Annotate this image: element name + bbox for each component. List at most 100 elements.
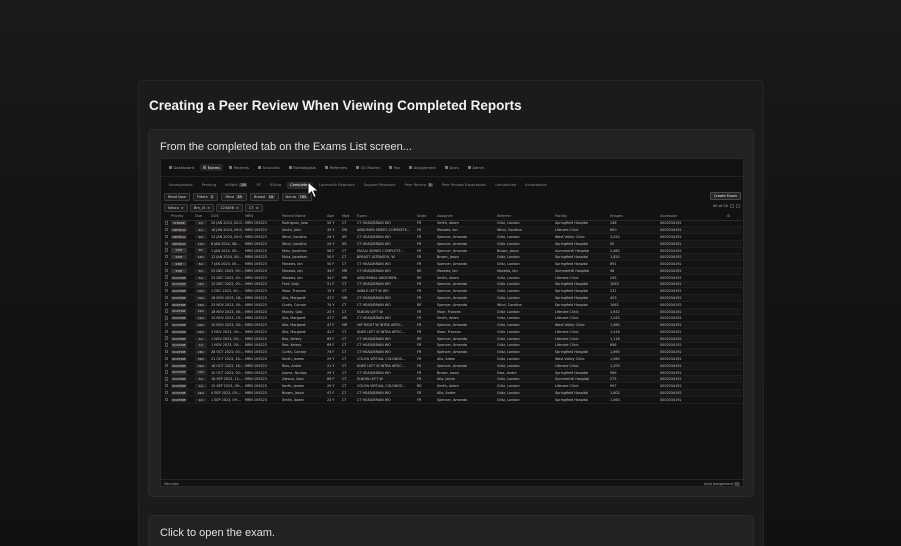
tab-annotations[interactable]: Annotations	[522, 182, 551, 189]
tab-unmatched[interactable]: Unmatched	[492, 182, 520, 189]
column-header-assignee[interactable]: Assignee	[436, 213, 496, 221]
close-icon[interactable]: ×	[236, 206, 239, 210]
column-header-exam[interactable]: Exam	[356, 213, 416, 221]
column-header-referrer[interactable]: Referrer	[496, 213, 554, 221]
column-settings-icon[interactable]: ⚙	[726, 213, 742, 221]
column-header-due[interactable]: Due	[194, 213, 210, 221]
table-row[interactable]: ROUTINE 42m 16 NOV 2023, 00:... MRN 109223 M…	[164, 308, 742, 316]
table-row[interactable]: ROUTINE 43m 10 OCT 2023, 00:... MRN 109223 J…	[164, 369, 742, 377]
row-checkbox[interactable]	[165, 329, 169, 334]
row-checkbox[interactable]	[165, 370, 169, 374]
tab-support-requests[interactable]: Support Requests	[360, 182, 399, 189]
nav-item-dashboard[interactable]: Dashboard	[166, 164, 197, 171]
table-row[interactable]: STAT 8m 1 JAN 2024, 00:... MRN 109223 Muiz, …	[164, 247, 742, 255]
row-checkbox[interactable]	[165, 363, 169, 367]
row-checkbox[interactable]	[165, 383, 169, 388]
row-checkbox[interactable]	[165, 282, 169, 286]
row-checkbox[interactable]	[165, 336, 169, 340]
row-checkbox[interactable]	[165, 295, 169, 300]
prev-page-button[interactable]	[730, 204, 734, 208]
filter-chip[interactable]: Brn_ct ×	[189, 203, 215, 212]
row-checkbox[interactable]	[165, 275, 169, 279]
row-checkbox[interactable]	[165, 316, 169, 320]
row-checkbox[interactable]	[165, 377, 169, 381]
create-exam-button[interactable]: Create Exam	[709, 192, 741, 200]
nav-item-referrers[interactable]: Referrers	[322, 164, 350, 171]
row-checkbox[interactable]	[165, 221, 169, 225]
nav-item-docs[interactable]: Docs	[442, 164, 462, 171]
row-checkbox[interactable]	[165, 309, 169, 313]
row-checkbox[interactable]	[165, 390, 169, 395]
table-row[interactable]: CRITICAL 9m 13 JAN 2024, 00:0... MRN 109223…	[164, 233, 742, 241]
close-icon[interactable]: ×	[181, 206, 184, 210]
column-header-mod[interactable]: Mod	[341, 213, 356, 221]
row-checkbox[interactable]	[165, 322, 169, 327]
filter-chip[interactable]: CT ×	[244, 203, 263, 212]
table-row[interactable]: STAT 15m 12 JAN 2024, 00:... MRN 109223 Mutz…	[164, 253, 742, 262]
table-row[interactable]: ROUTINE 33m 23 NOV 2023, 00:... MRN 109223 C…	[164, 301, 742, 309]
table-row[interactable]: ROUTINE 30m 16 NOV 2023, 18:... MRN 109223 A…	[164, 294, 742, 302]
row-checkbox[interactable]	[165, 343, 169, 347]
tab-locksmith-requests[interactable]: Locksmith Requests	[315, 182, 358, 189]
table-row[interactable]: CRITICAL 4m 16 JAN 2024, 09:0... MRN 109223…	[164, 226, 742, 235]
table-row[interactable]: ROUTINE 43m 10 NOV 2023, 00:... MRN 109223 A…	[164, 321, 742, 329]
filter-chip[interactable]: 123456 ×	[216, 203, 243, 212]
tab-peer-review[interactable]: Peer Review 8	[401, 182, 436, 189]
mine-filter[interactable]: Mine 35	[221, 193, 247, 201]
nav-item-assignment[interactable]: Assignment	[406, 164, 439, 171]
table-row[interactable]: STROKE 2m 20 JAN 2024, 00:0... MRN 109223 Ro…	[164, 220, 742, 228]
row-checkbox[interactable]	[165, 234, 169, 239]
next-page-button[interactable]	[736, 204, 740, 208]
tab-unassignable[interactable]: Unassignable	[165, 182, 196, 189]
column-header-age[interactable]: Age	[326, 213, 341, 221]
row-checkbox[interactable]	[165, 356, 169, 361]
tab-billing[interactable]: Billing	[267, 182, 285, 189]
column-header-accession[interactable]: Accession	[659, 213, 726, 221]
row-checkbox[interactable]	[165, 261, 169, 266]
row-checkbox[interactable]	[165, 397, 169, 401]
table-row[interactable]: ROUTINE 28m 28 OCT 2023, 00:... MRN 109223 C…	[164, 348, 742, 357]
table-row[interactable]: ROUTINE 27m 1 DEC 2023, 00:... MRN 109223 Mo…	[164, 287, 742, 296]
tab-peer-review-expectation[interactable]: Peer Review Expectation	[438, 182, 489, 189]
close-icon[interactable]: ×	[256, 206, 259, 210]
row-checkbox[interactable]	[165, 289, 169, 293]
nav-item-radiologists[interactable]: Radiologists	[286, 164, 319, 171]
auto-assignment-toggle[interactable]: Auto Assignment	[704, 482, 740, 486]
column-header-images[interactable]: Images	[609, 213, 659, 221]
tab-pc[interactable]: PC	[253, 182, 265, 189]
column-header-mrn[interactable]: MRN	[244, 213, 281, 221]
table-row[interactable]: ROUTINE 1m 15 SEP 2023, 09:... MRN 109223 No…	[164, 382, 742, 391]
table-row[interactable]: STAT 5m 23 DEC 2023, 00:... MRN 109223 Moral…	[164, 267, 742, 275]
column-header-dos[interactable]: DOS	[210, 213, 244, 221]
column-header-facility[interactable]: Facility	[554, 213, 609, 221]
row-checkbox[interactable]	[165, 268, 169, 273]
table-row[interactable]: ROUTINE 1m 1 SEP 2023, 09:... MRN 109223 Smi…	[164, 396, 742, 404]
table-row[interactable]: ROUTINE 1m 1 NOV 2023, 00:... MRN 109223 Roo…	[164, 342, 742, 350]
tab-inright[interactable]: InRight 2W	[221, 182, 251, 189]
table-row[interactable]: ROUTINE 4m 1 NOV 2023, 00:... MRN 109223 Roo…	[164, 335, 742, 343]
table-row[interactable]: CRITICAL 12m 6 JAN 2024, 08:... MRN 109223 W…	[164, 240, 742, 248]
row-checkbox[interactable]	[165, 350, 169, 354]
row-checkbox[interactable]	[165, 227, 169, 232]
row-checkbox[interactable]	[165, 241, 169, 245]
nav-item-qc-rooms[interactable]: QC Rooms	[353, 164, 383, 171]
tab-pending[interactable]: Pending	[198, 182, 219, 189]
column-header-priority[interactable]: Priority	[170, 213, 194, 221]
table-row[interactable]: ROUTINE 24m 4 SEP 2023, 00:... MRN 109223 Br…	[164, 389, 742, 397]
nav-item-admin[interactable]: Admin	[465, 164, 488, 171]
column-header-patient-name[interactable]: Patient Name	[281, 213, 326, 221]
table-row[interactable]: ROUTINE 5m 23 DEC 2023, 00:... MRN 109223 Mo…	[164, 274, 742, 282]
close-icon[interactable]: ×	[207, 206, 210, 210]
table-row[interactable]: ROUTINE 42m 3 NOV 2023, 00:... MRN 109223 Al…	[164, 328, 742, 336]
row-checkbox[interactable]	[165, 302, 169, 306]
filters-button[interactable]: Filters 2	[193, 193, 219, 201]
table-row[interactable]: ROUTINE 24m 12 DEC 2023, 00:... MRN 109223 F…	[164, 281, 742, 289]
table-row[interactable]: ROUTINE 36m 21 OCT 2023, 18:... MRN 109223 N…	[164, 355, 742, 363]
breast-filter[interactable]: Breast 18	[250, 193, 279, 201]
table-row[interactable]: ROUTINE 21m 15 NOV 2023, 19:... MRN 109223 A…	[164, 314, 742, 323]
column-header-state[interactable]: State	[416, 213, 436, 221]
table-row[interactable]: ROUTINE 32m 16 OCT 2023, 18:... MRN 109223 R…	[164, 362, 742, 370]
nav-item-accounts[interactable]: Accounts	[255, 164, 283, 171]
table-row[interactable]: STAT 5m 7 JAN 2024, 00:... MRN 109223 Morale…	[164, 260, 742, 268]
nav-item-exams[interactable]: Exams	[200, 164, 224, 171]
